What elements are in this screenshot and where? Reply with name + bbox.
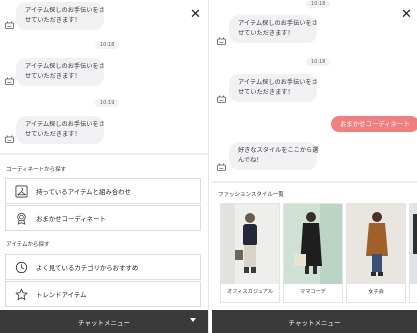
bot-message: アイテム探しのお手伝いをさ せていただきます！ [229,74,318,102]
style-photo [284,204,342,284]
style-photo [221,204,279,284]
style-card-joshikai[interactable]: 女子会 [346,203,406,303]
section-title-item: アイテムから探す [6,242,50,248]
style-label: 女子会 [368,289,384,295]
bot-avatar-icon [5,135,14,143]
message-line: せていただきます！ [25,17,81,24]
message-line: アイテム探しのお手伝いをさ [25,7,105,14]
style-label: ママコーデ [300,289,326,295]
message-line: んでね！ [238,157,263,164]
bot-message: アイテム探しのお手伝いをさ せていただきます！ [16,116,105,144]
message-line: せていただきます！ [25,131,81,138]
close-icon[interactable]: ✕ [190,8,201,21]
menu-item-label: 持っているアイテムと組み合わせ [36,187,131,196]
message-line: アイテム探しのお手伝いをさ [25,121,105,128]
bot-avatar-icon [217,163,226,171]
message-line: せていただきます！ [238,89,294,96]
medal-icon [6,212,36,225]
bot-message: アイテム探しのお手伝いをさ せていただきます！ [16,2,105,30]
timestamp: 10:18 [306,0,331,8]
message-line: アイテム探しのお手伝いをさ [238,20,318,27]
divider [0,153,208,155]
bot-avatar-icon [5,21,14,29]
message-line: せていただきます！ [25,73,81,80]
timestamp: 10:18 [306,58,331,66]
style-photo [347,204,405,284]
message-line: 好きなスタイルをここから選 [238,147,319,154]
chat-panel-right: ✕ 10:18 アイテム探しのお手伝いをさ せていただきます！ 10:18 アイ… [212,0,417,333]
bot-message: アイテム探しのお手伝いをさ せていただきます！ [229,15,318,43]
style-card-office-casual[interactable]: オフィスカジュアル [220,203,280,303]
section-title-style: ファッションスタイル一覧 [218,192,284,198]
timestamp: 10:19 [95,99,120,107]
bot-message: アイテム探しのお手伝いをさ せていただきます！ [16,58,105,86]
close-icon[interactable]: ✕ [401,8,412,21]
style-card-partial[interactable] [409,203,417,303]
message-line: アイテム探しのお手伝いをさ [238,79,318,86]
bot-message: 好きなスタイルをここから選 んでね！ [229,142,319,170]
hanger-icon [6,185,36,198]
menu-item-frequent-category[interactable]: よく見ているカテゴリからおすすめ [5,254,201,280]
style-photo [410,204,417,284]
chat-menu-bar[interactable]: チャットメニュー [0,310,208,333]
menu-item-label: おまかせコーディネート [36,214,106,223]
message-line: せていただきます！ [238,30,294,37]
menu-item-combine-owned[interactable]: 持っているアイテムと組み合わせ [5,178,201,204]
chat-menu-label: チャットメニュー [288,318,341,327]
bot-avatar-icon [217,37,226,45]
section-title-coordinate: コーディネートから探す [6,167,67,173]
bot-avatar-icon [217,95,226,103]
menu-item-label: トレンドアイテム [36,290,87,299]
bot-avatar-icon [5,77,14,85]
menu-item-trend[interactable]: トレンドアイテム [5,281,201,307]
clock-icon [6,261,36,274]
style-card-mama-coord[interactable]: ママコーデ [283,203,343,303]
caret-down-icon[interactable] [190,318,196,322]
chat-menu-label: チャットメニュー [78,318,130,327]
chat-menu-bar[interactable]: チャットメニュー [212,310,417,333]
divider [212,181,417,183]
chat-panel-left: ✕ アイテム探しのお手伝いをさ せていただきます！ 10:18 アイテム探しのお… [0,0,208,333]
user-message: おまかせコーディネート [331,116,417,132]
message-line: アイテム探しのお手伝いをさ [25,63,105,70]
timestamp: 10:18 [95,41,120,49]
style-label: オフィスカジュアル [226,289,274,295]
menu-item-label: よく見ているカテゴリからおすすめ [36,263,139,272]
menu-item-auto-coordinate[interactable]: おまかせコーディネート [5,205,201,231]
star-icon [6,288,36,301]
